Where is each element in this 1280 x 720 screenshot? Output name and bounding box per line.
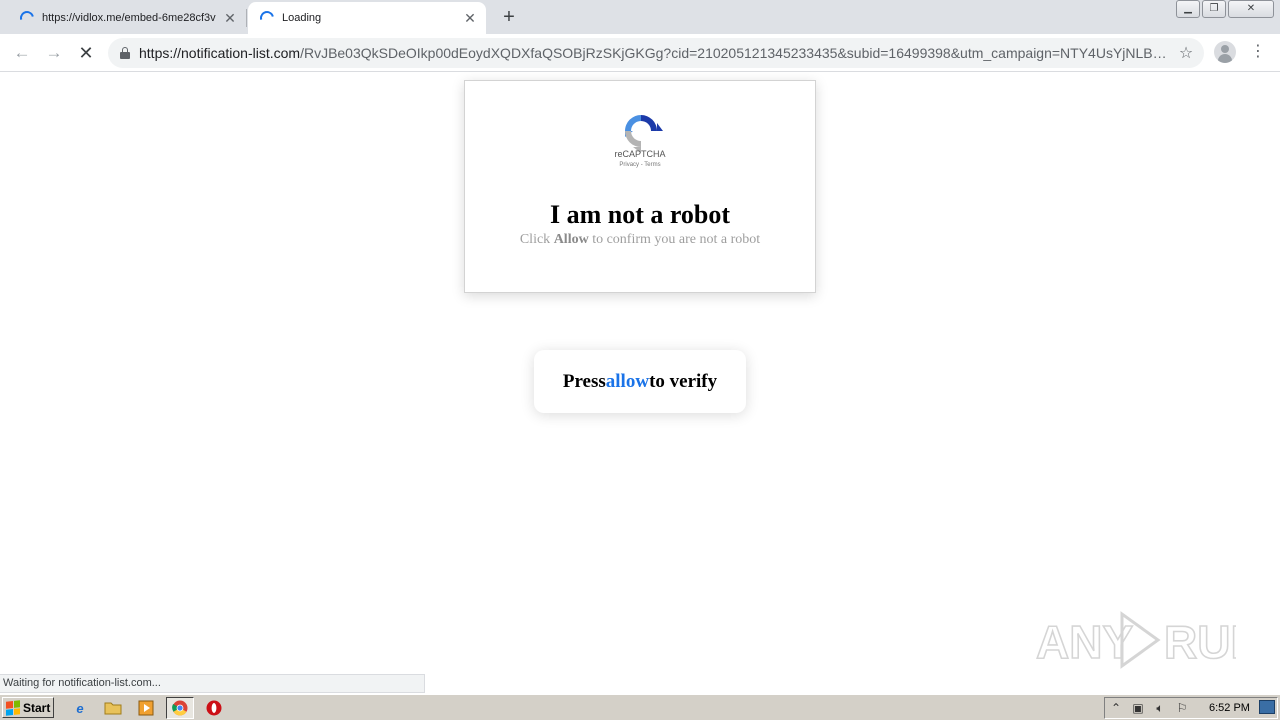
watermark-left-text: ANY [1036,616,1133,668]
tab-title: https://vidlox.me/embed-6me28cf3v [42,12,216,24]
arrow-right-icon: → [45,43,63,62]
lock-icon[interactable] [120,47,130,59]
tab-close-icon[interactable]: ✕ [222,10,238,26]
windows-flag-icon [6,699,20,716]
clock[interactable]: 6:52 PM [1209,702,1250,714]
network-icon[interactable]: ▣ [1127,701,1149,715]
chrome-taskbar-button[interactable] [166,697,194,719]
arrow-left-icon: ← [13,43,31,62]
page-title: I am not a robot [549,200,731,229]
opera-icon[interactable] [204,698,224,718]
browser-menu-icon[interactable]: ⋮ [1250,42,1266,62]
verify-suffix: to verify [649,370,718,392]
subtitle-prefix: Click [519,232,551,247]
internet-explorer-icon[interactable]: e [70,698,90,718]
new-tab-button[interactable]: + [498,6,520,28]
minimize-icon: ▁ [1184,3,1192,14]
subtitle-allow: Allow [553,232,589,247]
status-bubble: Waiting for notification-list.com... [0,674,425,693]
recaptcha-label: reCAPTCHA [614,149,666,159]
system-tray: ⌃ ▣ 🔈︎ ⚐ 6:52 PM [1104,697,1278,719]
minimize-button[interactable]: ▁ [1176,0,1200,18]
stop-loading-button[interactable]: ✕ [73,40,99,66]
verify-allow-highlight: allow [605,370,650,392]
tab-vidlox[interactable]: https://vidlox.me/embed-6me28cf3v ✕ [8,2,246,34]
forward-button[interactable]: → [41,40,67,66]
tab-strip: https://vidlox.me/embed-6me28cf3v ✕ Load… [0,0,1280,34]
tab-close-icon[interactable]: ✕ [462,10,478,26]
loading-spinner-icon [17,8,37,28]
close-icon: ✕ [1246,3,1256,14]
browser-toolbar: ← → ✕ https://notification-list.com/RvJB… [0,34,1280,72]
show-desktop-icon[interactable] [1259,700,1275,714]
url-text[interactable]: https://notification-list.com/RvJBe03QkS… [139,45,1174,61]
bookmark-star-icon[interactable]: ☆ [1174,43,1198,63]
tab-loading[interactable]: Loading ✕ [248,2,486,34]
tab-divider [246,9,247,27]
tray-expand-icon[interactable]: ⌃ [1105,701,1127,715]
url-host: https://notification-list.com [139,45,301,61]
folder-icon[interactable] [103,698,123,718]
windows-taskbar: Start e ⌃ ▣ 🔈︎ ⚐ 6:52 PM [0,694,1280,720]
window-controls: ▁ ❐ ✕ [1176,0,1274,18]
recaptcha-privacy-terms[interactable]: Privacy - Terms [465,162,815,168]
address-bar[interactable]: https://notification-list.com/RvJBe03QkS… [108,38,1204,68]
loading-spinner-icon [257,8,277,28]
back-button[interactable]: ← [9,40,35,66]
anyrun-watermark: ANY RUN [1036,611,1236,669]
start-label: Start [23,700,51,715]
restore-button[interactable]: ❐ [1202,0,1226,18]
tab-title: Loading [282,12,322,24]
captcha-card: reCAPTCHA Privacy - Terms I am not a rob… [464,80,816,293]
watermark-right-text: RUN [1164,616,1236,668]
start-button[interactable]: Start [2,697,54,718]
restore-icon: ❐ [1209,3,1219,14]
verify-prompt: Press allow to verify [534,350,746,413]
chrome-icon [172,700,188,716]
plus-icon: + [503,6,515,28]
media-player-icon[interactable] [136,698,156,718]
captcha-subtitle: Click Allow to confirm you are not a rob… [465,232,815,248]
volume-icon[interactable]: 🔈︎ [1149,701,1171,716]
subtitle-suffix: to confirm you are not a robot [592,232,761,247]
profile-avatar-icon[interactable] [1214,41,1236,63]
url-path: /RvJBe03QkSDeOIkp00dEoydXQDXfaQSOBjRzSKj… [300,45,1174,61]
close-window-button[interactable]: ✕ [1228,0,1274,18]
action-center-flag-icon[interactable]: ⚐ [1171,701,1193,715]
verify-prefix: Press [562,370,606,392]
close-icon: ✕ [78,43,94,63]
